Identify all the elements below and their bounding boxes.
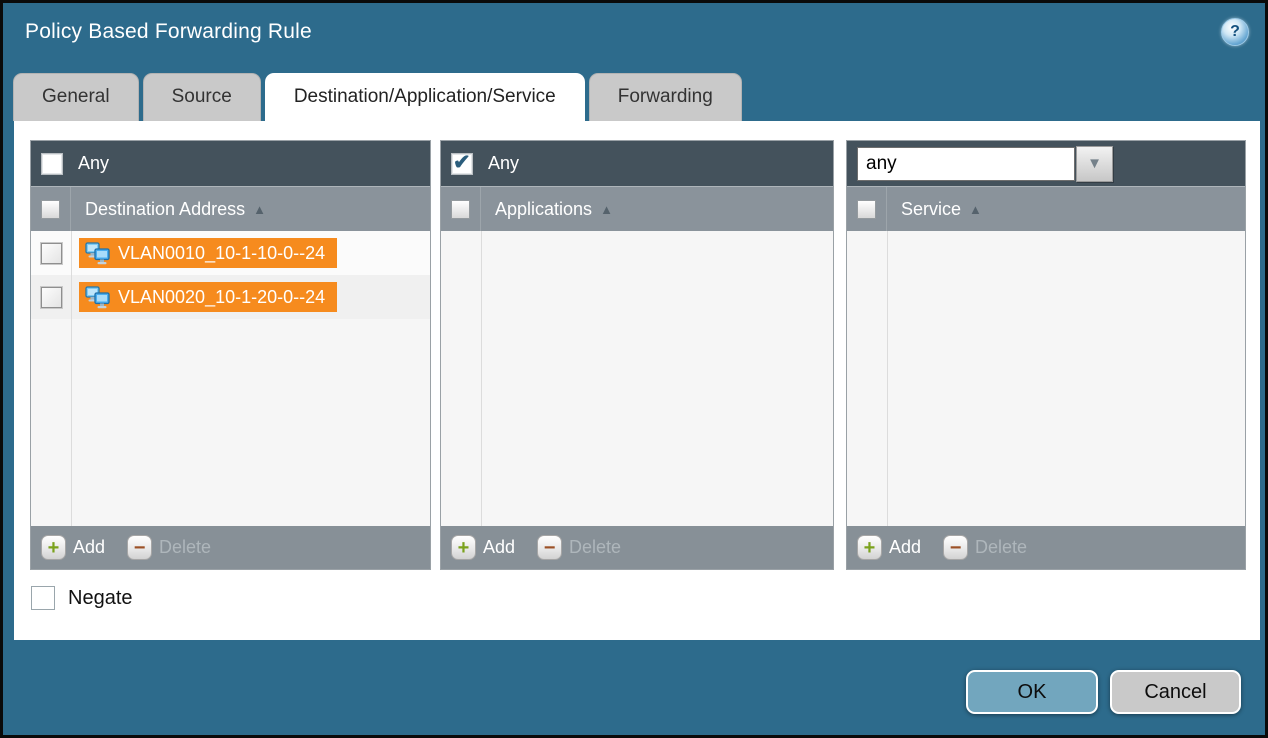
- network-icon: [84, 286, 111, 309]
- destination-address-column: Any Destination Address ▲: [30, 140, 431, 570]
- applications-list: [441, 231, 833, 526]
- row-checkbox[interactable]: [41, 243, 62, 264]
- negate-checkbox[interactable]: [31, 586, 55, 610]
- delete-button[interactable]: − Delete: [127, 535, 211, 560]
- tab-bar: General Source Destination/Application/S…: [13, 73, 742, 122]
- address-object-label: VLAN0020_10-1-20-0--24: [118, 287, 325, 308]
- destination-any-label: Any: [78, 153, 109, 174]
- applications-any-label: Any: [488, 153, 519, 174]
- delete-icon: −: [127, 535, 152, 560]
- column-separator: [887, 231, 888, 526]
- add-icon: +: [857, 535, 882, 560]
- service-dropdown-value[interactable]: any: [857, 147, 1075, 181]
- applications-select-all-checkbox[interactable]: [451, 200, 470, 219]
- applications-column: ✔ Any Applications ▲ + Add −: [440, 140, 834, 570]
- tab-forwarding[interactable]: Forwarding: [589, 73, 742, 121]
- column-separator: [71, 231, 72, 526]
- applications-column-header[interactable]: Applications: [495, 199, 592, 220]
- delete-icon: −: [943, 535, 968, 560]
- dropdown-button[interactable]: ▼: [1076, 146, 1113, 182]
- check-icon: ✔: [453, 150, 471, 175]
- table-row[interactable]: VLAN0010_10-1-10-0--24: [31, 231, 430, 275]
- destination-any-bar: Any: [31, 141, 430, 186]
- cancel-button[interactable]: Cancel: [1110, 670, 1241, 714]
- help-icon[interactable]: ?: [1221, 18, 1249, 46]
- network-icon: [84, 242, 111, 265]
- tab-content-panel: Any Destination Address ▲: [14, 121, 1260, 640]
- pbf-rule-dialog: Policy Based Forwarding Rule ? General S…: [0, 0, 1268, 738]
- destination-header-bar: Destination Address ▲: [31, 186, 430, 231]
- tab-source[interactable]: Source: [143, 73, 261, 121]
- service-dropdown-bar: any ▼: [847, 141, 1245, 186]
- add-button[interactable]: + Add: [451, 535, 515, 560]
- address-object-label: VLAN0010_10-1-10-0--24: [118, 243, 325, 264]
- applications-footer-bar: + Add − Delete: [441, 526, 833, 569]
- applications-any-checkbox[interactable]: ✔: [451, 153, 473, 175]
- sort-asc-icon[interactable]: ▲: [969, 202, 982, 217]
- delete-button[interactable]: − Delete: [943, 535, 1027, 560]
- column-separator: [481, 231, 482, 526]
- tab-general[interactable]: General: [13, 73, 139, 121]
- delete-button[interactable]: − Delete: [537, 535, 621, 560]
- table-row[interactable]: VLAN0020_10-1-20-0--24: [31, 275, 430, 319]
- destination-footer-bar: + Add − Delete: [31, 526, 430, 569]
- destination-list: VLAN0010_10-1-10-0--24: [31, 231, 430, 526]
- service-footer-bar: + Add − Delete: [847, 526, 1245, 569]
- negate-label: Negate: [68, 587, 133, 610]
- applications-header-bar: Applications ▲: [441, 186, 833, 231]
- service-column: any ▼ Service ▲ + Add: [846, 140, 1246, 570]
- destination-column-header[interactable]: Destination Address: [85, 199, 245, 220]
- address-object-chip[interactable]: VLAN0010_10-1-10-0--24: [79, 238, 337, 268]
- destination-select-all-checkbox[interactable]: [41, 200, 60, 219]
- dialog-title: Policy Based Forwarding Rule: [25, 20, 312, 44]
- delete-icon: −: [537, 535, 562, 560]
- sort-asc-icon[interactable]: ▲: [253, 202, 266, 217]
- service-select-all-checkbox[interactable]: [857, 200, 876, 219]
- service-dropdown: any ▼: [857, 146, 1113, 182]
- service-list: [847, 231, 1245, 526]
- applications-any-bar: ✔ Any: [441, 141, 833, 186]
- service-column-header[interactable]: Service: [901, 199, 961, 220]
- chevron-down-icon: ▼: [1087, 155, 1102, 172]
- destination-any-checkbox[interactable]: [41, 153, 63, 175]
- negate-row: Negate: [31, 586, 133, 610]
- sort-asc-icon[interactable]: ▲: [600, 202, 613, 217]
- row-checkbox[interactable]: [41, 287, 62, 308]
- add-icon: +: [451, 535, 476, 560]
- ok-button[interactable]: OK: [966, 670, 1098, 714]
- service-header-bar: Service ▲: [847, 186, 1245, 231]
- add-button[interactable]: + Add: [857, 535, 921, 560]
- add-icon: +: [41, 535, 66, 560]
- tab-destination-application-service[interactable]: Destination/Application/Service: [265, 73, 585, 122]
- add-button[interactable]: + Add: [41, 535, 105, 560]
- address-object-chip[interactable]: VLAN0020_10-1-20-0--24: [79, 282, 337, 312]
